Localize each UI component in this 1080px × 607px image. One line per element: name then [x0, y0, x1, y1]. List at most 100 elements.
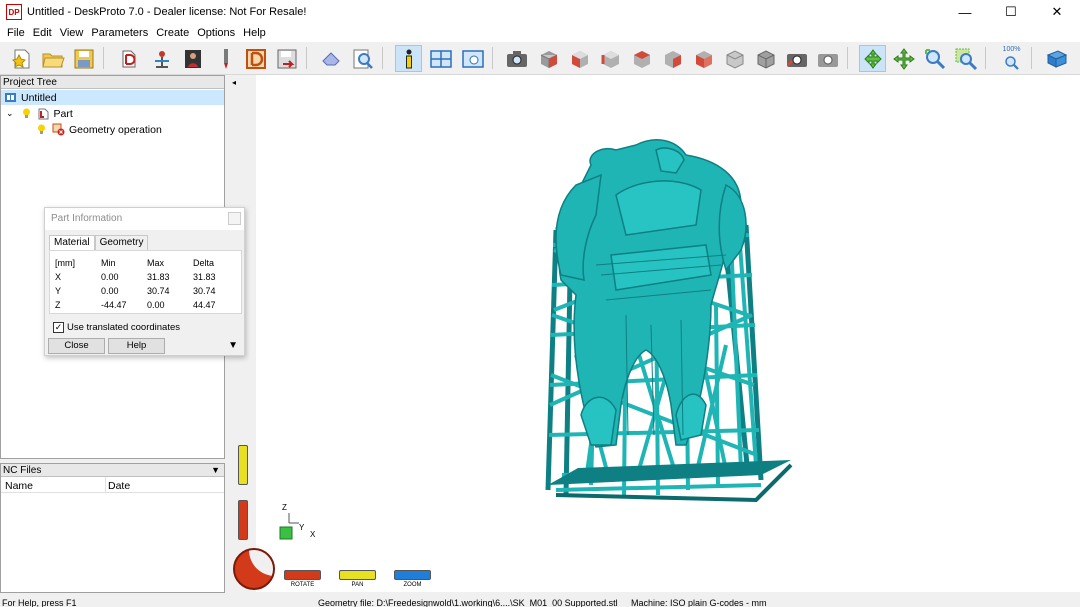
rotation-dial[interactable]	[233, 548, 275, 590]
view-back-icon[interactable]	[628, 45, 655, 72]
table-cell: 0.00	[147, 300, 165, 310]
zoom-tool-icon[interactable]	[921, 45, 948, 72]
column-header-name[interactable]: Name	[5, 480, 33, 492]
toolbar: 100%	[0, 42, 1080, 75]
part-import-icon[interactable]	[116, 45, 143, 72]
export-icon[interactable]	[273, 45, 300, 72]
operation-error-icon	[52, 123, 65, 136]
dialog-close-icon[interactable]	[228, 212, 241, 225]
view-reset-icon[interactable]	[783, 45, 810, 72]
help-button[interactable]: Help	[108, 338, 165, 354]
preview-icon[interactable]	[349, 45, 376, 72]
zoom-100-icon[interactable]: 100%	[998, 45, 1025, 72]
nc-files-header: NC Files ▼	[1, 464, 224, 477]
column-header: [mm]	[55, 258, 75, 268]
operation-icon[interactable]	[242, 45, 269, 72]
menu-file[interactable]: File	[3, 24, 29, 42]
view-shaded-icon[interactable]	[752, 45, 779, 72]
chevron-down-icon[interactable]: ⌄	[6, 108, 14, 119]
view-window-icon[interactable]	[459, 45, 486, 72]
nc-files-panel: NC Files ▼ Name Date	[0, 463, 225, 593]
cutter-icon[interactable]	[212, 45, 239, 72]
pan-tool-icon[interactable]	[890, 45, 917, 72]
layout-icon[interactable]	[427, 45, 454, 72]
collapse-arrow-icon[interactable]: ◂	[232, 78, 236, 87]
column-header: Delta	[193, 258, 215, 268]
tree-item-geometry-operation[interactable]: Geometry operation	[35, 122, 162, 137]
view-iso-icon[interactable]	[535, 45, 562, 72]
dimensions-table: [mm] Min Max Delta X 0.00 31.83 31.83 Y …	[49, 250, 242, 314]
machine-icon[interactable]	[148, 45, 175, 72]
zoom-window-icon[interactable]	[952, 45, 979, 72]
tree-item-untitled[interactable]: Untitled	[1, 90, 224, 105]
menu-edit[interactable]: Edit	[29, 24, 56, 42]
zoom-100-label: 100%	[1002, 45, 1021, 53]
tree-item-label: Untitled	[21, 91, 57, 104]
table-cell: 30.74	[193, 286, 216, 296]
checkmark-icon[interactable]: ✓	[53, 322, 64, 333]
app-logo-icon: DP	[6, 4, 22, 20]
view-right-icon[interactable]	[659, 45, 686, 72]
menu-create[interactable]: Create	[152, 24, 193, 42]
rotate-tool-icon[interactable]	[859, 45, 886, 72]
tab-material[interactable]: Material	[49, 235, 95, 251]
nc-files-title: NC Files	[3, 465, 42, 476]
save-icon[interactable]	[70, 45, 97, 72]
red-slider[interactable]	[238, 500, 248, 540]
3d-viewport[interactable]: Z Y X ROTATE PAN ZOOM	[256, 75, 1080, 592]
lightbulb-icon[interactable]	[20, 107, 33, 120]
zoom-control[interactable]	[394, 570, 431, 580]
pan-control[interactable]	[339, 570, 376, 580]
view-bottom-icon[interactable]	[721, 45, 748, 72]
checkbox-label: Use translated coordinates	[67, 322, 181, 333]
toolbar-separator	[306, 47, 307, 69]
camera-icon[interactable]	[503, 45, 530, 72]
model-render[interactable]	[256, 75, 1080, 592]
table-cell: 0.00	[101, 272, 119, 282]
new-project-icon[interactable]	[8, 45, 35, 72]
view-previous-icon[interactable]	[814, 45, 841, 72]
toolbar-separator	[985, 47, 986, 69]
table-cell: 31.83	[147, 272, 170, 282]
view-top-icon[interactable]	[690, 45, 717, 72]
status-machine: Machine: ISO plain G-codes - mm	[631, 598, 767, 607]
help-book-icon[interactable]	[1043, 45, 1070, 72]
dropdown-arrow-icon[interactable]: ▼	[211, 464, 220, 477]
part-icon	[37, 107, 50, 120]
part-information-dialog: Part Information Material Geometry [mm] …	[44, 207, 245, 356]
material-icon[interactable]	[180, 45, 207, 72]
toolbar-separator	[1031, 47, 1032, 69]
dialog-title-bar: Part Information	[45, 208, 244, 230]
tree-item-label: Geometry operation	[69, 123, 162, 136]
toolbar-separator	[492, 47, 493, 69]
menu-options[interactable]: Options	[193, 24, 239, 42]
close-button[interactable]: ✕	[1034, 0, 1080, 24]
tree-item-part[interactable]: ⌄ Part	[6, 106, 73, 121]
info-icon[interactable]	[395, 45, 422, 72]
column-separator[interactable]	[105, 477, 106, 493]
expand-arrow-icon[interactable]: ▼	[228, 340, 238, 351]
tab-geometry[interactable]: Geometry	[94, 235, 149, 250]
eraser-icon[interactable]	[318, 45, 345, 72]
minimize-button[interactable]: —	[942, 0, 988, 24]
menu-help[interactable]: Help	[239, 24, 270, 42]
rotate-control[interactable]	[284, 570, 321, 580]
view-left-icon[interactable]	[597, 45, 624, 72]
column-header-date[interactable]: Date	[108, 480, 130, 492]
table-cell: Y	[55, 286, 62, 296]
table-cell: 0.00	[101, 286, 119, 296]
menu-view[interactable]: View	[56, 24, 88, 42]
axis-triad	[279, 513, 299, 540]
view-front-icon[interactable]	[566, 45, 593, 72]
open-folder-icon[interactable]	[39, 45, 66, 72]
lightbulb-icon[interactable]	[35, 123, 48, 136]
menu-parameters[interactable]: Parameters	[87, 24, 152, 42]
close-dialog-button[interactable]: Close	[48, 338, 105, 354]
axis-x-label: X	[310, 530, 316, 539]
status-geometry-file: Geometry file: D:\Freedesignwold\1.worki…	[318, 598, 618, 607]
window-title: Untitled - DeskProto 7.0 - Dealer licens…	[27, 6, 307, 18]
translated-coordinates-checkbox[interactable]: ✓ Use translated coordinates	[53, 322, 180, 333]
yellow-slider[interactable]	[238, 445, 248, 485]
maximize-button[interactable]: ☐	[988, 0, 1034, 24]
table-cell: -44.47	[101, 300, 127, 310]
